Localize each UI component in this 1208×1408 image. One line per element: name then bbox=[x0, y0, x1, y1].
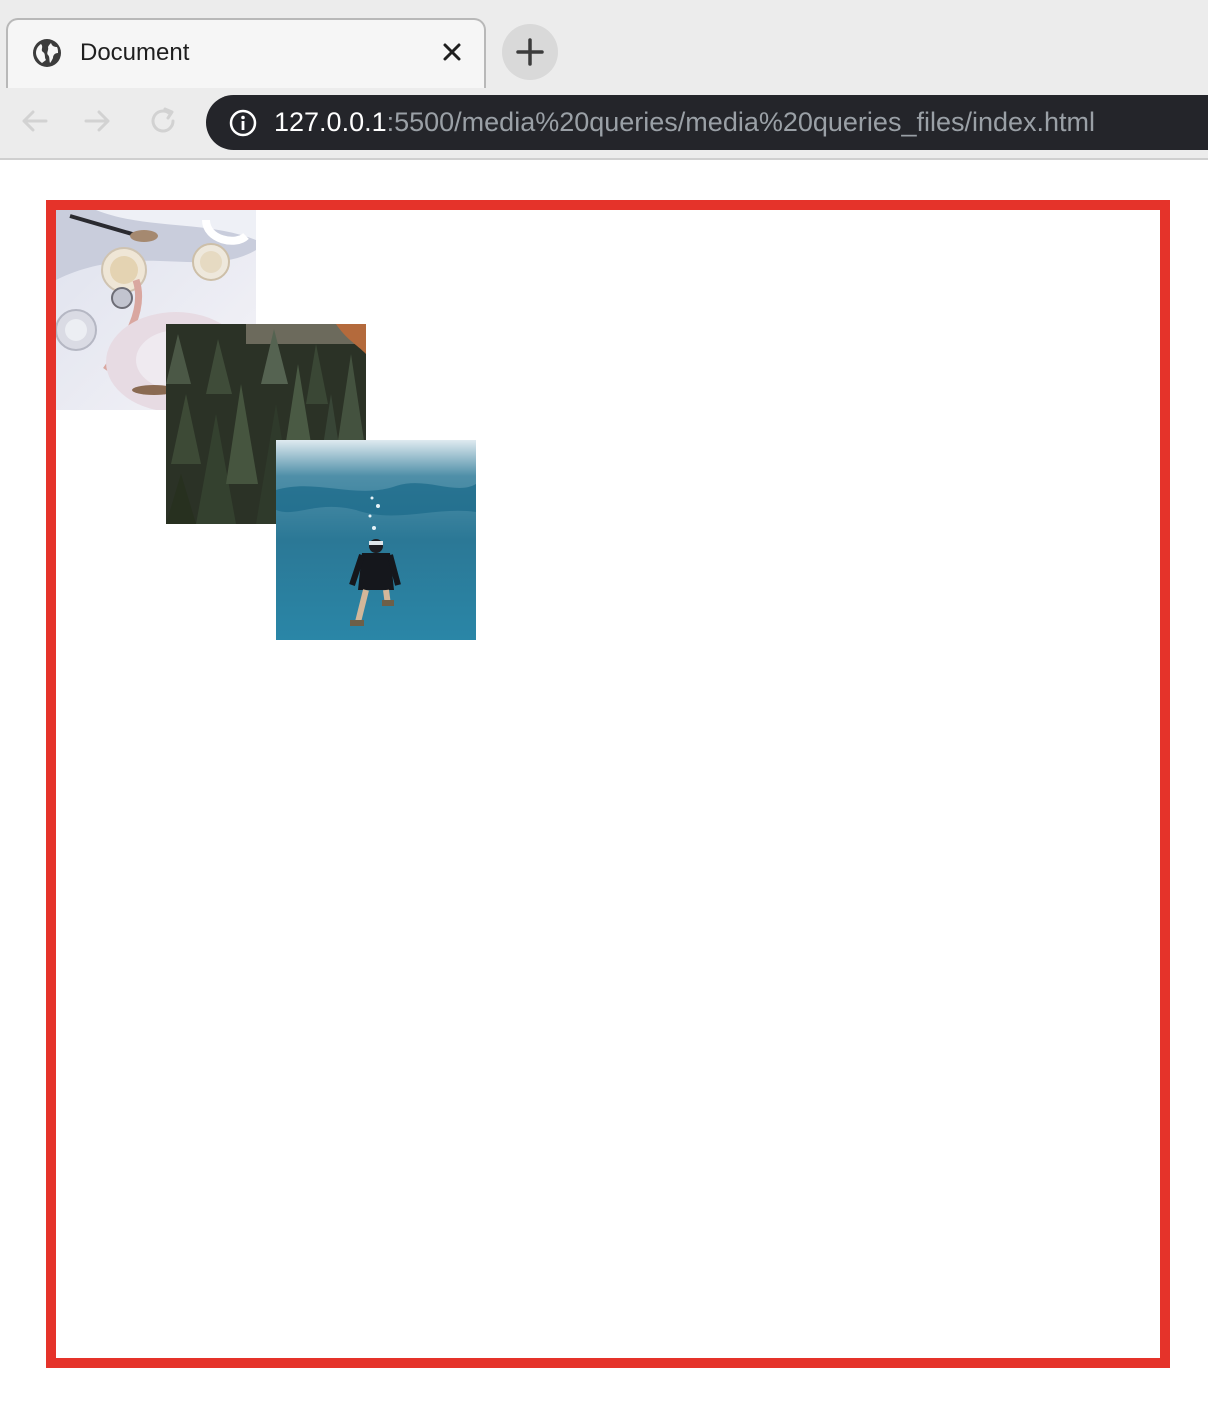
content-frame bbox=[46, 200, 1170, 1368]
url-host: 127.0.0.1 bbox=[274, 107, 387, 137]
diver-photo bbox=[276, 440, 476, 640]
reload-button[interactable] bbox=[146, 104, 180, 138]
arrow-right-icon bbox=[84, 110, 110, 132]
browser-tab[interactable]: Document bbox=[6, 18, 486, 88]
forward-button[interactable] bbox=[80, 104, 114, 138]
arrow-left-icon bbox=[22, 110, 48, 132]
globe-icon bbox=[32, 38, 62, 68]
url-path: :5500/media%20queries/media%20queries_fi… bbox=[386, 107, 1096, 137]
back-button[interactable] bbox=[18, 104, 52, 138]
new-tab-button[interactable] bbox=[502, 24, 558, 80]
url-text: 127.0.0.1:5500/media%20queries/media%20q… bbox=[274, 106, 1095, 138]
plus-icon bbox=[516, 38, 544, 66]
tab-title: Document bbox=[80, 39, 190, 66]
reload-icon bbox=[151, 107, 175, 133]
address-bar[interactable]: 127.0.0.1:5500/media%20queries/media%20q… bbox=[206, 95, 1208, 150]
info-icon[interactable] bbox=[228, 108, 258, 138]
browser-chrome: Document 127.0.0.1:5500/media%20queries/… bbox=[0, 0, 1208, 160]
close-icon[interactable] bbox=[436, 36, 468, 68]
